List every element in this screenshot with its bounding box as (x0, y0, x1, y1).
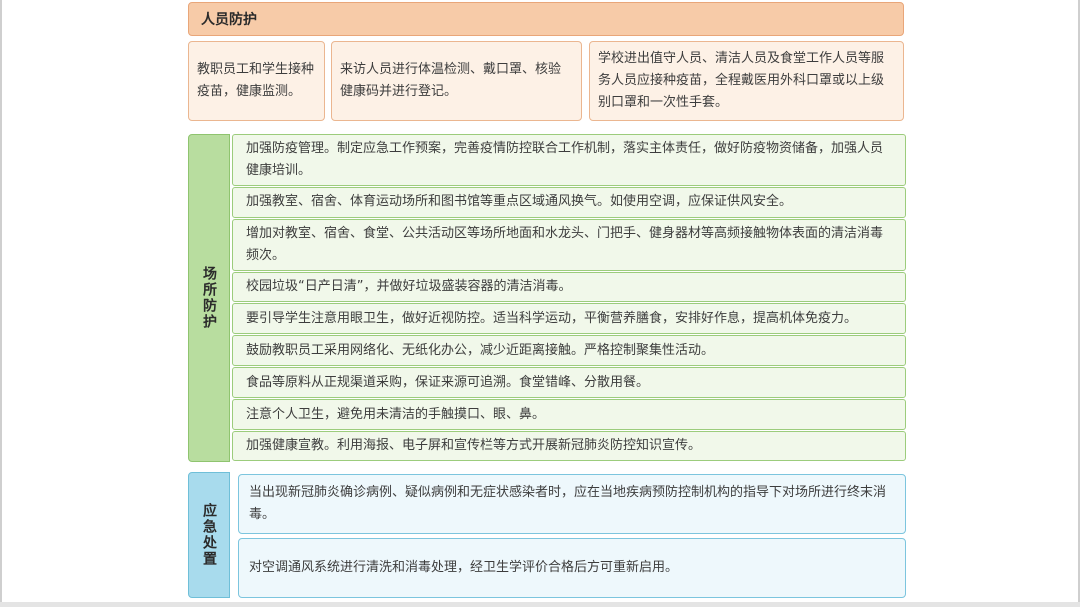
venue-item: 加强教室、宿舍、体育运动场所和图书馆等重点区域通风换气。如使用空调，应保证供风安… (232, 186, 906, 218)
emergency-response-section: 应急处置 当出现新冠肺炎确诊病例、疑似病例和无症状感染者时，应在当地疾病预防控制… (188, 472, 906, 598)
venue-item: 食品等原料从正规渠道采购，保证来源可追溯。食堂错峰、分散用餐。 (232, 367, 906, 399)
venue-item: 加强防疫管理。制定应急工作预案，完善疫情防控联合工作机制，落实主体责任，做好防疫… (232, 134, 906, 186)
personnel-item-visitors: 来访人员进行体温检测、戴口罩、核验健康码并进行登记。 (331, 41, 582, 121)
venue-item: 要引导学生注意用眼卫生，做好近视防控。适当科学运动，平衡营养膳食，安排好作息，提… (232, 303, 906, 335)
venue-section-label-text: 场所防护 (201, 266, 217, 330)
venue-item-list: 加强防疫管理。制定应急工作预案，完善疫情防控联合工作机制，落实主体责任，做好防疫… (232, 134, 906, 462)
venue-item: 校园垃圾“日产日清”，并做好垃圾盛装容器的清洁消毒。 (232, 271, 906, 303)
venue-item: 鼓励教职员工采用网络化、无纸化办公，减少近距离接触。严格控制聚集性活动。 (232, 335, 906, 367)
venue-item: 加强健康宣教。利用海报、电子屏和宣传栏等方式开展新冠肺炎防控知识宣传。 (232, 431, 906, 461)
emergency-item: 当出现新冠肺炎确诊病例、疑似病例和无症状感染者时，应在当地疾病预防控制机构的指导… (238, 474, 906, 534)
emergency-section-label: 应急处置 (188, 472, 230, 598)
venue-section-label: 场所防护 (188, 134, 230, 462)
emergency-item: 对空调通风系统进行清洗和消毒处理，经卫生学评价合格后方可重新启用。 (238, 538, 906, 598)
emergency-section-label-text: 应急处置 (201, 503, 217, 567)
personnel-item-staff-students: 教职员工和学生接种疫苗，健康监测。 (188, 41, 325, 121)
personnel-item-service-staff: 学校进出值守人员、清洁人员及食堂工作人员等服务人员应接种疫苗，全程戴医用外科口罩… (589, 41, 904, 121)
venue-protection-section: 场所防护 加强防疫管理。制定应急工作预案，完善疫情防控联合工作机制，落实主体责任… (188, 134, 906, 462)
viewer-bottom-bar (0, 602, 1080, 607)
viewer-left-border (0, 0, 2, 607)
venue-item: 增加对教室、宿舍、食堂、公共活动区等场所地面和水龙头、门把手、健身器材等高频接触… (232, 218, 906, 271)
personnel-section-title: 人员防护 (188, 2, 904, 36)
venue-item: 注意个人卫生，避免用未清洁的手触摸口、眼、鼻。 (232, 399, 906, 431)
